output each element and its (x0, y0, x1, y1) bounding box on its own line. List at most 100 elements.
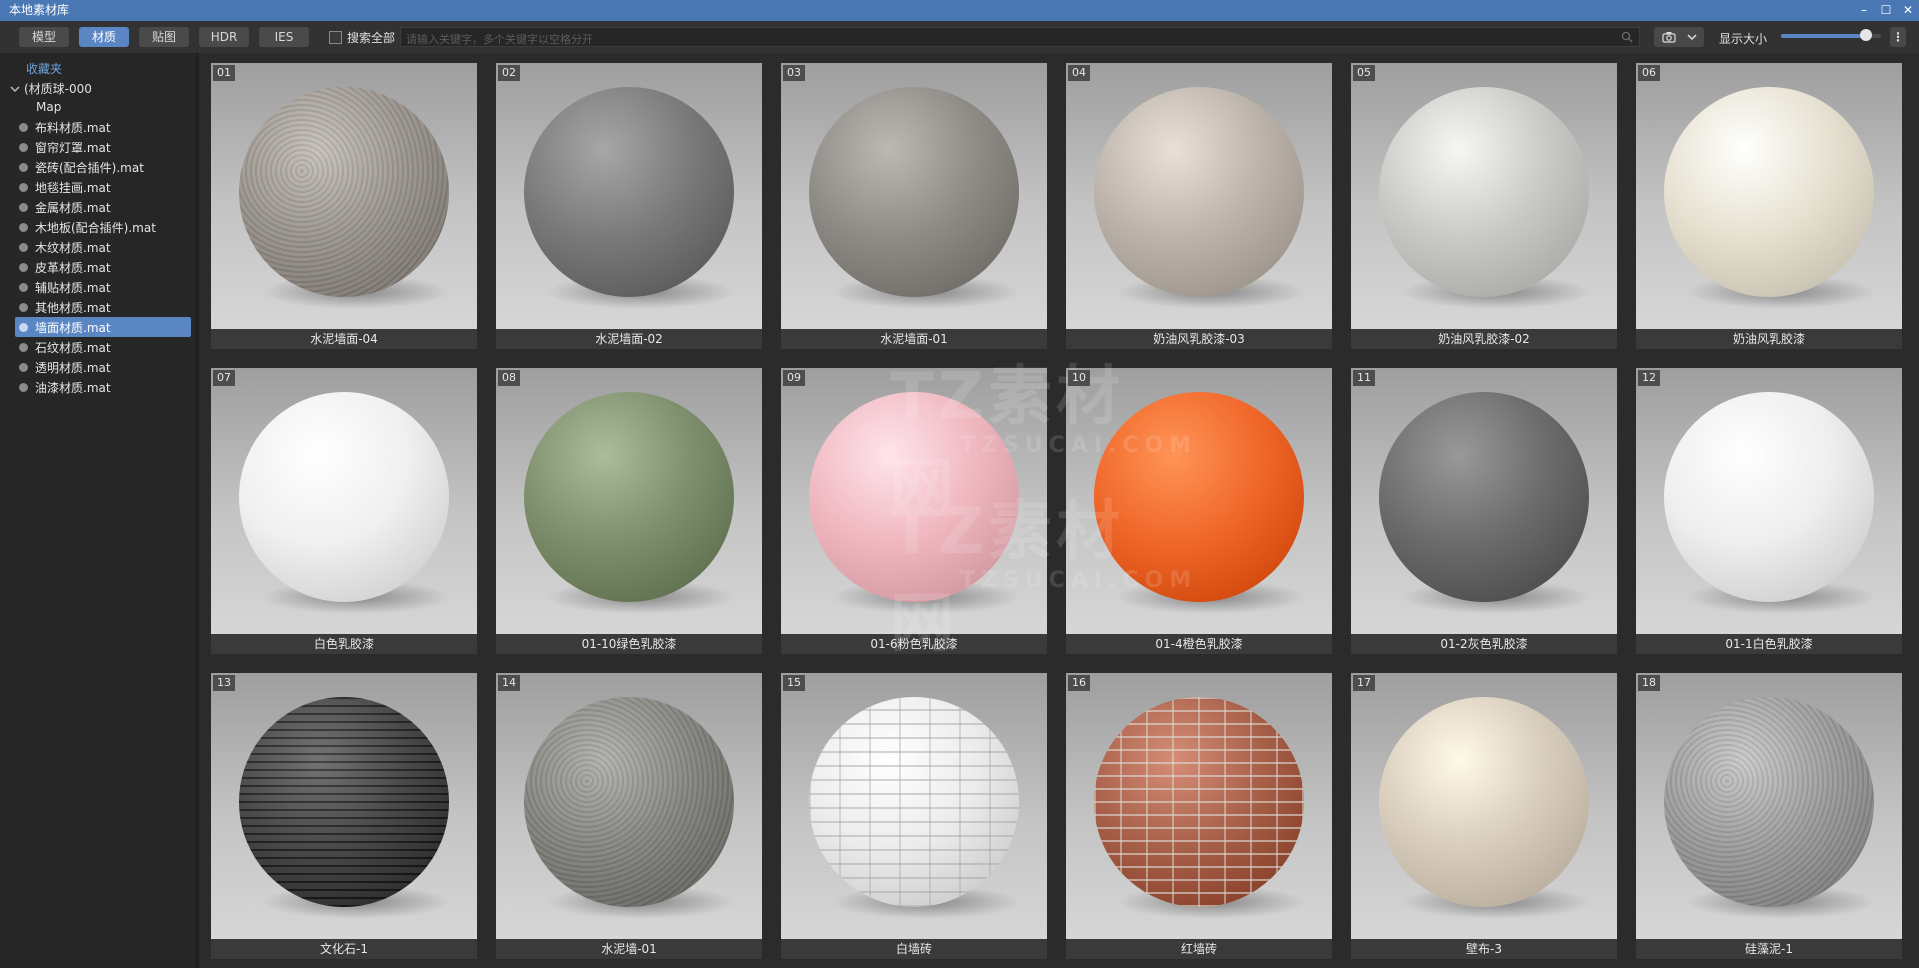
material-thumbnail[interactable]: 18 (1636, 673, 1902, 939)
tree-item-material-file[interactable]: 地毯挂画.mat (15, 177, 191, 197)
file-dot-icon (19, 242, 28, 252)
material-card[interactable]: 08 01-10绿色乳胶漆 (496, 368, 762, 654)
material-name: 水泥墙面-01 (880, 332, 948, 346)
material-name: 白色乳胶漆 (313, 637, 374, 651)
material-name: 01-2灰色乳胶漆 (1440, 637, 1528, 651)
tree-item-label: 木纹材质.mat (35, 240, 111, 255)
tree-item-material-file[interactable]: 木地板(配合插件).mat (15, 217, 191, 237)
tree-item-material-file[interactable]: 辅贴材质.mat (15, 277, 191, 297)
tab-material[interactable]: 材质 (79, 27, 129, 47)
category-tabs: 模型 材质 贴图 HDR IES (19, 27, 309, 47)
material-thumbnail[interactable]: 11 (1351, 368, 1617, 634)
tree-item-material-file[interactable]: 窗帘灯罩.mat (15, 137, 191, 157)
material-thumbnail[interactable]: 15 (781, 673, 1047, 939)
slider-handle[interactable] (1860, 29, 1872, 41)
file-dot-icon (19, 362, 28, 372)
camera-dropdown[interactable] (1654, 27, 1704, 47)
search-all-toggle[interactable]: 搜索全部 (329, 29, 395, 46)
material-sphere (809, 87, 1019, 297)
material-card[interactable]: 18 硅藻泥-1 (1636, 673, 1902, 959)
maximize-icon[interactable]: ☐ (1875, 0, 1897, 21)
material-thumbnail[interactable]: 05 (1351, 63, 1617, 329)
material-card[interactable]: 06 奶油风乳胶漆 (1636, 63, 1902, 349)
material-sphere (1094, 87, 1304, 297)
material-number-badge: 09 (783, 370, 805, 386)
material-card[interactable]: 17 壁布-3 (1351, 673, 1617, 959)
material-thumbnail[interactable]: 04 (1066, 63, 1332, 329)
material-thumbnail[interactable]: 07 (211, 368, 477, 634)
material-number-badge: 08 (498, 370, 520, 386)
tree-item-material-file[interactable]: 墙面材质.mat (15, 317, 191, 337)
minimize-icon[interactable]: – (1853, 0, 1875, 21)
material-thumbnail[interactable]: 06 (1636, 63, 1902, 329)
material-number-badge: 13 (213, 675, 235, 691)
material-thumbnail[interactable]: 13 (211, 673, 477, 939)
tree-root[interactable]: (材质球-000 (10, 80, 92, 97)
material-thumbnail[interactable]: 17 (1351, 673, 1617, 939)
search-input[interactable] (401, 30, 1611, 49)
file-dot-icon (19, 122, 28, 132)
material-card[interactable]: 12 01-1白色乳胶漆 (1636, 368, 1902, 654)
tree-item-material-file[interactable]: 透明材质.mat (15, 357, 191, 377)
material-card[interactable]: 05 奶油风乳胶漆-02 (1351, 63, 1617, 349)
material-number-badge: 14 (498, 675, 520, 691)
chevron-down-icon[interactable] (10, 85, 20, 93)
material-card[interactable]: 16 红墙砖 (1066, 673, 1332, 959)
search-icon[interactable] (1621, 31, 1633, 43)
material-card[interactable]: 14 水泥墙-01 (496, 673, 762, 959)
file-dot-icon (19, 342, 28, 352)
material-card[interactable]: 03 水泥墙面-01 (781, 63, 1047, 349)
material-thumbnail[interactable]: 12 (1636, 368, 1902, 634)
favorites-item[interactable]: 收藏夹 (26, 60, 62, 77)
material-card[interactable]: 09 01-6粉色乳胶漆 (781, 368, 1047, 654)
material-thumbnail[interactable]: 16 (1066, 673, 1332, 939)
tree-item-label: 地毯挂画.mat (35, 180, 111, 195)
material-card[interactable]: 13 文化石-1 (211, 673, 477, 959)
tree-item-material-file[interactable]: 其他材质.mat (15, 297, 191, 317)
material-sphere (239, 392, 449, 602)
material-card[interactable]: 11 01-2灰色乳胶漆 (1351, 368, 1617, 654)
tab-hdr[interactable]: HDR (199, 27, 249, 47)
tree-item-label: 石纹材质.mat (35, 340, 111, 355)
material-thumbnail[interactable]: 01 (211, 63, 477, 329)
tree-item-material-file[interactable]: 石纹材质.mat (15, 337, 191, 357)
material-sphere (1664, 392, 1874, 602)
display-size-slider[interactable] (1781, 29, 1881, 41)
material-card[interactable]: 10 01-4橙色乳胶漆 (1066, 368, 1332, 654)
tree-item-map[interactable]: Map (36, 100, 61, 114)
tree-item-material-file[interactable]: 油漆材质.mat (15, 377, 191, 397)
material-card[interactable]: 01 水泥墙面-04 (211, 63, 477, 349)
material-card[interactable]: 15 白墙砖 (781, 673, 1047, 959)
material-thumbnail[interactable]: 10 (1066, 368, 1332, 634)
material-thumbnail[interactable]: 14 (496, 673, 762, 939)
material-number-badge: 16 (1068, 675, 1090, 691)
search-all-label: 搜索全部 (347, 31, 396, 45)
file-dot-icon (19, 282, 28, 292)
tree-item-material-file[interactable]: 木纹材质.mat (15, 237, 191, 257)
material-card[interactable]: 07 白色乳胶漆 (211, 368, 477, 654)
tab-ies[interactable]: IES (259, 27, 309, 47)
tree-item-material-file[interactable]: 皮革材质.mat (15, 257, 191, 277)
tree-item-label: 瓷砖(配合插件).mat (35, 160, 144, 175)
tab-texture[interactable]: 贴图 (139, 27, 189, 47)
material-thumbnail[interactable]: 02 (496, 63, 762, 329)
search-box (400, 27, 1640, 49)
tree-item-material-file[interactable]: 瓷砖(配合插件).mat (15, 157, 191, 177)
more-options-button[interactable]: ⋮ (1890, 27, 1906, 47)
tree-item-material-file[interactable]: 布料材质.mat (15, 117, 191, 137)
file-dot-icon (19, 142, 28, 152)
tab-model[interactable]: 模型 (19, 27, 69, 47)
material-thumbnail[interactable]: 09 (781, 368, 1047, 634)
material-card[interactable]: 04 奶油风乳胶漆-03 (1066, 63, 1332, 349)
chevron-down-icon (1687, 34, 1697, 41)
material-name: 01-1白色乳胶漆 (1725, 637, 1813, 651)
material-thumbnail[interactable]: 03 (781, 63, 1047, 329)
close-icon[interactable]: ✕ (1897, 0, 1919, 21)
material-thumbnail[interactable]: 08 (496, 368, 762, 634)
material-name: 水泥墙面-02 (595, 332, 663, 346)
material-number-badge: 05 (1353, 65, 1375, 81)
tree-item-material-file[interactable]: 金属材质.mat (15, 197, 191, 217)
material-card[interactable]: 02 水泥墙面-02 (496, 63, 762, 349)
search-all-checkbox[interactable] (329, 31, 342, 44)
material-name: 01-4橙色乳胶漆 (1155, 637, 1243, 651)
